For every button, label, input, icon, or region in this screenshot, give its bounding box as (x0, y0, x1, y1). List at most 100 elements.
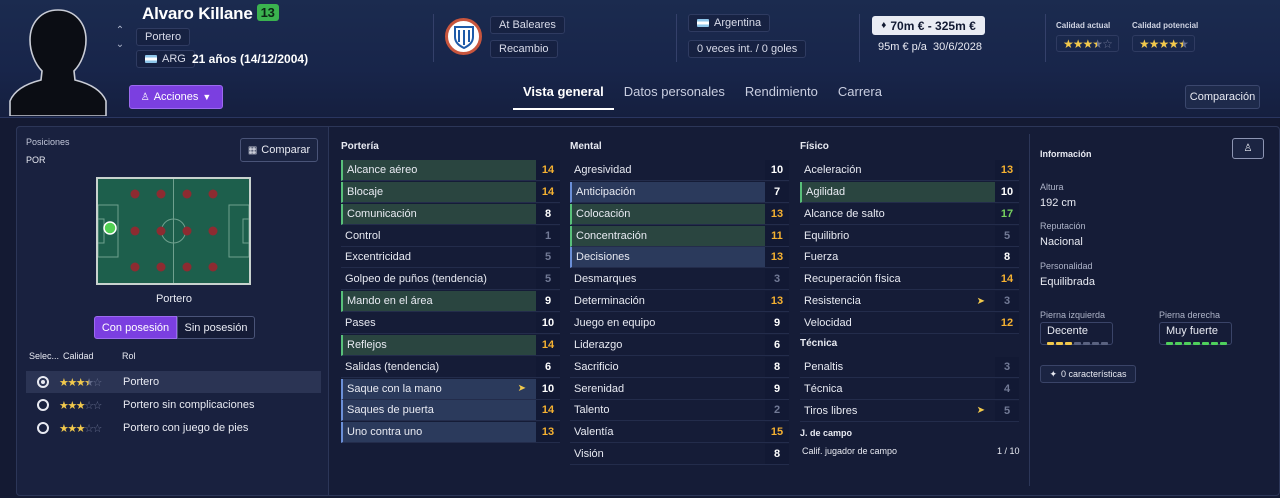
attribute-row[interactable]: Liderazgo 6 (570, 334, 789, 356)
attribute-row[interactable]: Alcance de salto 17 (800, 203, 1019, 225)
tab-datos-personales[interactable]: Datos personales (614, 84, 735, 106)
attribute-value: 12 (995, 312, 1019, 333)
attribute-row[interactable]: Tiros libres ➤ 5 (800, 400, 1019, 422)
fisico-heading: Físico (800, 141, 829, 152)
attribute-row[interactable]: Recuperación física 14 (800, 269, 1019, 291)
role-radio[interactable] (37, 422, 49, 434)
current-ability-stars: ★ ★ ★ ★ ☆ (1056, 35, 1119, 52)
attribute-row[interactable]: Serenidad 9 (570, 378, 789, 400)
attribute-row[interactable]: Excentricidad 5 (341, 247, 560, 269)
attribute-row[interactable]: Decisiones 13 (570, 247, 789, 269)
sin-posesion-toggle[interactable]: Sin posesión (177, 316, 255, 339)
club-name-chip[interactable]: At Baleares (490, 16, 565, 34)
role-row[interactable]: ★★★☆☆ Portero con juego de pies (26, 417, 321, 439)
attribute-row[interactable]: Visión 8 (570, 444, 789, 466)
attribute-name: Agresividad (574, 164, 632, 176)
attribute-row[interactable]: Penaltis 3 (800, 357, 1019, 378)
attribute-name: Saque con la mano (347, 382, 442, 395)
attribute-value: 9 (765, 312, 789, 333)
attribute-name: Control (345, 229, 381, 242)
role-row[interactable]: ★★★★☆ Portero (26, 371, 321, 393)
next-player-icon[interactable]: ⌄ (112, 38, 128, 52)
attribute-row[interactable]: Agilidad 10 (800, 181, 1019, 203)
role-radio[interactable] (37, 399, 49, 411)
attribute-row[interactable]: Alcance aéreo 14 (341, 160, 560, 181)
comparar-button[interactable]: ▦ Comparar (240, 138, 318, 162)
tab-vista-general[interactable]: Vista general (513, 84, 614, 110)
attribute-row[interactable]: Talento 2 (570, 400, 789, 422)
pitch-position-label: Portero (155, 293, 193, 305)
divider (676, 14, 677, 62)
col-role-header: Rol (122, 351, 136, 361)
positions-label: Posiciones (26, 137, 70, 147)
attribute-value: 7 (765, 181, 789, 202)
attribute-row[interactable]: Resistencia ➤ 3 (800, 291, 1019, 313)
player-name: Alvaro Killane 13 (142, 4, 279, 24)
attribute-row[interactable]: Golpeo de puños (tendencia) 5 (341, 269, 560, 291)
attribute-row[interactable]: Equilibrio 5 (800, 225, 1019, 247)
attribute-value: 8 (765, 444, 789, 465)
role-radio[interactable] (37, 376, 49, 388)
attribute-value: 10 (995, 181, 1019, 202)
role-row[interactable]: ★★★☆☆ Portero sin complicaciones (26, 394, 321, 416)
attribute-name: Penaltis (804, 361, 844, 373)
attribute-row[interactable]: Control 1 (341, 225, 560, 247)
profile-tabs: Vista general Datos personales Rendimiento… (513, 84, 892, 110)
attribute-row[interactable]: Saque con la mano ➤ 10 (341, 378, 560, 400)
attribute-name: Anticipación (576, 185, 636, 198)
tab-rendimiento[interactable]: Rendimiento (735, 84, 828, 106)
player-header: ⌃ ⌄ Alvaro Killane 13 Portero ARG 21 años… (0, 0, 1280, 118)
attribute-name: Blocaje (347, 185, 384, 198)
traits-button[interactable]: ✦ 0 características (1040, 365, 1136, 383)
potential-ability-stars: ★ ★ ★ ★ ★ (1132, 35, 1195, 52)
attribute-row[interactable]: Desmarques 3 (570, 269, 789, 291)
attribute-row[interactable]: Saques de puerta 14 (341, 400, 560, 422)
current-ability-badge: 13 (256, 4, 279, 21)
pitch-position-map[interactable] (96, 177, 251, 285)
attribute-name: Fuerza (804, 251, 839, 264)
attribute-value: 3 (765, 269, 789, 290)
attribute-row[interactable]: Reflejos 14 (341, 334, 560, 356)
attribute-row[interactable]: Colocación 13 (570, 203, 789, 225)
attribute-row[interactable]: Concentración 11 (570, 225, 789, 247)
attribute-row[interactable]: Salidas (tendencia) 6 (341, 356, 560, 378)
divider (1045, 14, 1046, 62)
attribute-row[interactable]: Sacrificio 8 (570, 356, 789, 378)
attribute-row[interactable]: Pases 10 (341, 312, 560, 334)
attribute-row[interactable]: Comunicación 8 (341, 203, 560, 225)
tecnica-heading: Técnica (800, 338, 838, 349)
acciones-button[interactable]: ♙ Acciones ▼ (129, 85, 223, 109)
con-posesion-toggle[interactable]: Con posesión (94, 316, 177, 339)
attribute-name: Resistencia (804, 295, 861, 308)
role-name: Portero (123, 376, 160, 388)
previous-player-icon[interactable]: ⌃ (112, 24, 128, 38)
player-value: ♦ 70m € - 325m € (872, 16, 985, 35)
nationality-name-chip[interactable]: Argentina (688, 14, 771, 32)
attribute-row[interactable]: Valentía 15 (570, 422, 789, 444)
attribute-row[interactable]: Técnica 4 (800, 378, 1019, 400)
attribute-name: Mando en el área (347, 295, 433, 308)
attribute-name: Talento (574, 404, 610, 417)
attribute-row[interactable]: Fuerza 8 (800, 247, 1019, 269)
role-name: Portero con juego de pies (123, 422, 249, 434)
attribute-row[interactable]: Juego en equipo 9 (570, 312, 789, 334)
informacion-heading: Información (1040, 149, 1092, 159)
chevron-down-icon: ▼ (202, 92, 212, 102)
attribute-value: 6 (536, 356, 560, 377)
attribute-row[interactable]: Aceleración 13 (800, 160, 1019, 181)
club-crest-icon[interactable] (445, 18, 482, 55)
attribute-row[interactable]: Agresividad 10 (570, 160, 789, 181)
attribute-row[interactable]: Velocidad 12 (800, 312, 1019, 334)
attribute-row[interactable]: Determinación 13 (570, 291, 789, 313)
scout-report-button[interactable]: ♙ (1232, 138, 1264, 159)
attribute-row[interactable]: Anticipación 7 (570, 181, 789, 203)
attribute-name: Concentración (576, 229, 647, 242)
attribute-value: 8 (765, 356, 789, 377)
attribute-row[interactable]: Uno contra uno 13 (341, 422, 560, 444)
comparacion-button[interactable]: Comparación (1185, 85, 1260, 109)
tab-carrera[interactable]: Carrera (828, 84, 892, 106)
attribute-row[interactable]: Mando en el área 9 (341, 291, 560, 313)
attribute-name: Técnica (804, 382, 843, 395)
attribute-row[interactable]: Blocaje 14 (341, 181, 560, 203)
attribute-value: 9 (536, 291, 560, 312)
